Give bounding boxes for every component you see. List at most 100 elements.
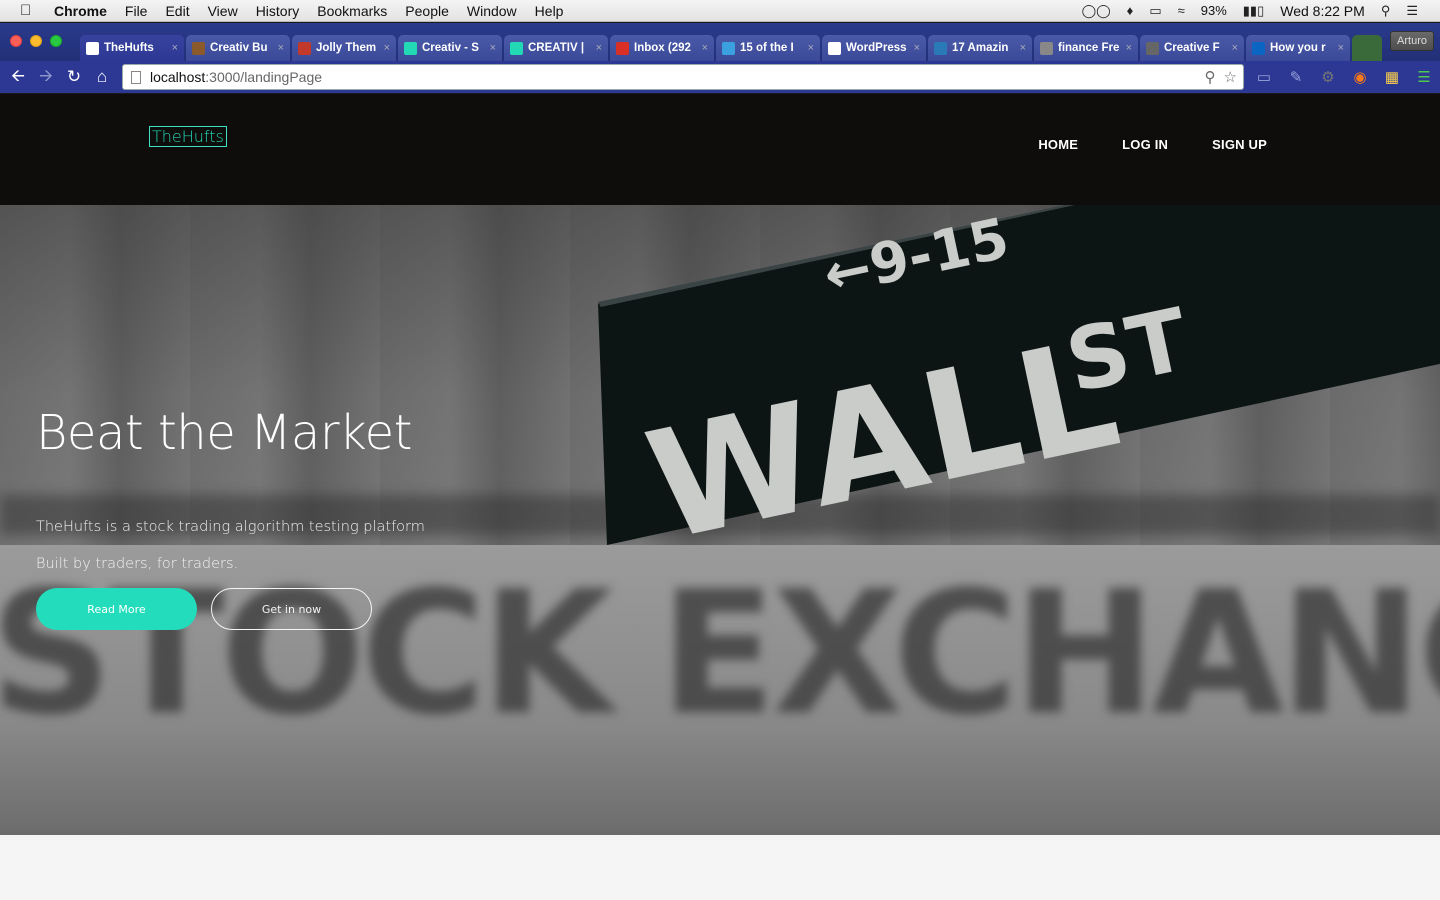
home-button[interactable]: ⌂ [90,65,114,89]
menu-people[interactable]: People [405,3,449,19]
hero-subtitle-2: Built by traders, for traders. [36,556,239,572]
menu-window[interactable]: Window [467,3,517,19]
web-page: TheHufts HOME LOG IN SIGN UP STOCK EXCHA… [0,94,1440,900]
tab-title: Creative F [1164,42,1220,54]
nav-home-link[interactable]: HOME [1038,137,1078,152]
browser-tab[interactable]: finance Fre × [1034,35,1138,61]
tab-close-icon[interactable]: × [596,42,602,54]
tab-close-icon[interactable]: × [1020,42,1026,54]
spotlight-search-icon[interactable]: ⚲ [1381,3,1391,19]
menu-edit[interactable]: Edit [165,3,189,19]
browser-tab[interactable]: CREATIV | × [504,35,608,61]
tab-close-icon[interactable]: × [1232,42,1238,54]
battery-percent: 93% [1200,3,1227,18]
maximize-window-button[interactable] [50,35,62,47]
close-window-button[interactable] [10,35,22,47]
address-bar[interactable]: localhost:3000/landingPage ⚲ ☆ [122,64,1244,90]
browser-tab[interactable]: Creativ - S × [398,35,502,61]
menu-file[interactable]: File [125,3,148,19]
menu-history[interactable]: History [256,3,300,19]
tab-favicon-icon [192,41,205,55]
profile-button[interactable]: Arturo [1390,31,1434,51]
extension-icons: ▭ ✎ ⚙ ◉ ▦ ☰ [1254,67,1434,87]
macos-menu-bar:  Chrome File Edit View History Bookmark… [0,0,1440,22]
tab-close-icon[interactable]: × [1338,42,1344,54]
tab-list: TheHufts × Creativ Bu × Jolly Them × Creativ -… [80,35,1352,61]
tab-favicon-icon [616,41,629,55]
tab-close-icon[interactable]: × [702,42,708,54]
tab-close-icon[interactable]: × [278,42,284,54]
wifi-icon[interactable]: ≈ [1178,3,1185,18]
browser-tab[interactable]: TheHufts × [80,35,184,61]
photo-text-stock: STOCK [0,555,613,753]
new-tab-button[interactable] [1352,35,1382,61]
browser-tab[interactable]: 17 Amazin × [928,35,1032,61]
hero-section: STOCK EXCHANG ←9-15 WALL ST Beat the Mar… [0,205,1440,835]
tab-title: Creativ Bu [210,42,268,54]
apple-menu-icon[interactable]:  [20,2,38,19]
menu-help[interactable]: Help [535,3,564,19]
minimize-window-button[interactable] [30,35,42,47]
tab-close-icon[interactable]: × [172,42,178,54]
glasses-icon[interactable]: ◯◯ [1082,3,1111,19]
menu-view[interactable]: View [208,3,238,19]
tab-favicon-icon [1146,41,1159,55]
read-more-button[interactable]: Read More [36,588,197,630]
chrome-menu-icon[interactable]: ☰ [1414,67,1434,87]
notification-center-icon[interactable]: ☰ [1406,3,1418,19]
nav-signup-link[interactable]: SIGN UP [1212,137,1267,152]
tab-favicon-icon [828,41,841,55]
hero-title: Beat the Market [36,405,412,461]
tab-favicon-icon [404,41,417,55]
back-button[interactable]: 🡨 [6,65,30,89]
menu-bookmarks[interactable]: Bookmarks [317,3,387,19]
tab-favicon-icon [722,41,735,55]
airplay-icon[interactable]: ▭ [1149,3,1161,19]
browser-tab[interactable]: 15 of the I × [716,35,820,61]
firefox-icon[interactable]: ◉ [1350,67,1370,87]
notification-bell-icon[interactable]: ♦ [1127,3,1134,18]
tab-title: 15 of the I [740,42,794,54]
tab-close-icon[interactable]: × [914,42,920,54]
reload-button[interactable]: ↻ [62,65,86,89]
eyedropper-icon[interactable]: ✎ [1286,67,1306,87]
tab-title: Jolly Them [316,42,377,54]
wall-street-sign: ←9-15 WALL ST [598,205,1440,575]
browser-tab[interactable]: Creative F × [1140,35,1244,61]
omnibox-actions: ⚲ ☆ [1205,68,1237,86]
tab-close-icon[interactable]: × [1126,42,1132,54]
tab-favicon-icon [934,41,947,55]
search-icon[interactable]: ⚲ [1205,68,1216,86]
bookmark-star-icon[interactable]: ☆ [1224,68,1237,86]
below-fold-section [0,835,1440,900]
forward-button[interactable]: 🡪 [34,65,58,89]
tab-title: Inbox (292 [634,42,691,54]
browser-tab[interactable]: How you r × [1246,35,1350,61]
nav-login-link[interactable]: LOG IN [1122,137,1168,152]
tab-favicon-icon [510,41,523,55]
settings-gear-icon[interactable]: ⚙ [1318,67,1338,87]
browser-toolbar: 🡨 🡪 ↻ ⌂ localhost:3000/landingPage ⚲ ☆ ▭… [0,61,1440,93]
browser-tab[interactable]: Creativ Bu × [186,35,290,61]
clock[interactable]: Wed 8:22 PM [1280,3,1365,19]
status-area: ◯◯ ♦ ▭ ≈ 93% ▮▮▯ Wed 8:22 PM ⚲ ☰ [1082,3,1418,19]
tab-close-icon[interactable]: × [808,42,814,54]
extension-puzzle-icon[interactable]: ▦ [1382,67,1402,87]
battery-icon[interactable]: ▮▮▯ [1243,3,1264,19]
tab-close-icon[interactable]: × [384,42,390,54]
tab-strip: TheHufts × Creativ Bu × Jolly Them × Creativ -… [0,23,1440,61]
browser-tab[interactable]: Jolly Them × [292,35,396,61]
tab-title: 17 Amazin [952,42,1009,54]
tab-close-icon[interactable]: × [490,42,496,54]
tab-favicon-icon [86,41,99,55]
browser-tab[interactable]: Inbox (292 × [610,35,714,61]
photo-text-exchange: EXCHANG [660,555,1440,753]
tab-title: TheHufts [104,42,154,54]
site-logo[interactable]: TheHufts [149,126,227,147]
get-in-now-button[interactable]: Get in now [211,588,372,630]
browser-tab[interactable]: WordPress × [822,35,926,61]
menu-app-chrome[interactable]: Chrome [54,3,107,19]
cast-icon[interactable]: ▭ [1254,67,1274,87]
window-controls [10,35,62,47]
tab-title: How you r [1270,42,1326,54]
